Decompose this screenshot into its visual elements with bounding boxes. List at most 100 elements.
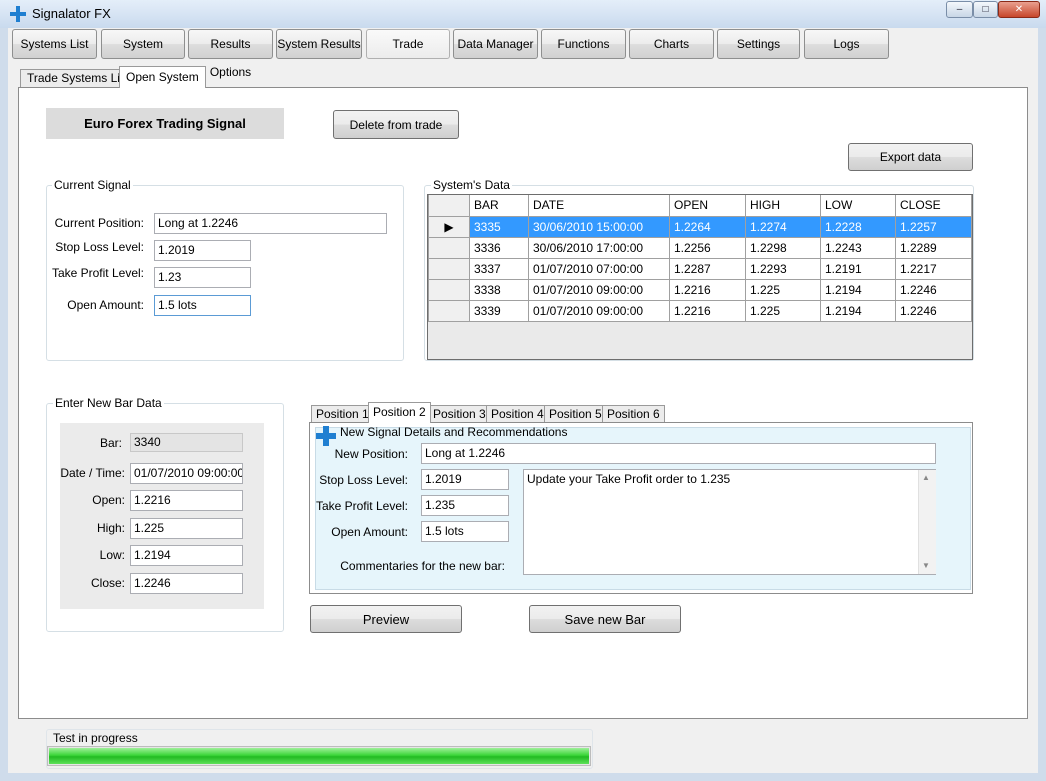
stop-loss-field[interactable]: 1.2019 xyxy=(154,240,251,261)
commentaries-textarea[interactable]: Update your Take Profit order to 1.235 xyxy=(523,469,936,575)
cell-close[interactable]: 1.2217 xyxy=(895,257,972,280)
cell-date[interactable]: 01/07/2010 09:00:00 xyxy=(528,278,670,301)
col-header-low[interactable]: LOW xyxy=(820,195,896,217)
preview-button[interactable]: Preview xyxy=(310,605,462,633)
tab-system-options[interactable]: System Options xyxy=(101,29,185,79)
row-header[interactable] xyxy=(428,278,470,301)
export-data-button[interactable]: Export data xyxy=(848,143,973,171)
row-pointer-icon[interactable]: ▶ xyxy=(428,215,470,238)
cell-high[interactable]: 1.225 xyxy=(745,299,821,322)
cell-high[interactable]: 1.2298 xyxy=(745,236,821,259)
table-row[interactable]: 3339 01/07/2010 09:00:00 1.2216 1.225 1.… xyxy=(428,299,972,322)
cell-bar[interactable]: 3336 xyxy=(469,236,529,259)
systems-data-grid[interactable]: BAR DATE OPEN HIGH LOW CLOSE ▶ 3335 30/0… xyxy=(427,194,973,360)
col-header-bar[interactable]: BAR xyxy=(469,195,529,217)
cell-bar[interactable]: 3335 xyxy=(469,215,529,238)
minimize-button[interactable]: – xyxy=(946,1,973,18)
close-button[interactable]: ✕ xyxy=(998,1,1040,18)
row-header-corner xyxy=(428,195,470,217)
cell-bar[interactable]: 3338 xyxy=(469,278,529,301)
cell-high[interactable]: 1.2274 xyxy=(745,215,821,238)
high-field[interactable]: 1.225 xyxy=(130,518,243,539)
tab-position-1[interactable]: Position 1 xyxy=(311,405,374,422)
take-profit-field[interactable]: 1.23 xyxy=(154,267,251,288)
cell-open[interactable]: 1.2256 xyxy=(669,236,746,259)
col-header-close[interactable]: CLOSE xyxy=(895,195,972,217)
current-position-field[interactable]: Long at 1.2246 xyxy=(154,213,387,234)
col-header-open[interactable]: OPEN xyxy=(669,195,746,217)
cell-date[interactable]: 01/07/2010 07:00:00 xyxy=(528,257,670,280)
cell-low[interactable]: 1.2243 xyxy=(820,236,896,259)
delete-from-trade-button[interactable]: Delete from trade xyxy=(333,110,459,139)
table-row[interactable]: 3338 01/07/2010 09:00:00 1.2216 1.225 1.… xyxy=(428,278,972,301)
cell-close[interactable]: 1.2246 xyxy=(895,299,972,322)
new-take-profit-label: Take Profit Level: xyxy=(315,499,408,513)
open-amount-label: Open Amount: xyxy=(67,298,144,312)
date-time-field[interactable]: 01/07/2010 09:00:00 xyxy=(130,463,243,484)
cell-open[interactable]: 1.2287 xyxy=(669,257,746,280)
commentaries-scrollbar[interactable] xyxy=(918,470,936,574)
cell-date[interactable]: 01/07/2010 09:00:00 xyxy=(528,299,670,322)
cell-date[interactable]: 30/06/2010 17:00:00 xyxy=(528,236,670,259)
tab-data-manager[interactable]: Data Manager xyxy=(453,29,538,59)
cell-open[interactable]: 1.2216 xyxy=(669,278,746,301)
tab-charts[interactable]: Charts xyxy=(629,29,714,59)
save-new-bar-button[interactable]: Save new Bar xyxy=(529,605,681,633)
tab-system-results[interactable]: System Results xyxy=(276,29,362,59)
tab-position-3[interactable]: Position 3 xyxy=(428,405,491,422)
new-stop-loss-field[interactable]: 1.2019 xyxy=(421,469,509,490)
new-position-field[interactable]: Long at 1.2246 xyxy=(421,443,936,464)
new-signal-header: New Signal Details and Recommendations xyxy=(340,425,568,439)
col-header-date[interactable]: DATE xyxy=(528,195,670,217)
cell-low[interactable]: 1.2194 xyxy=(820,278,896,301)
high-label: High: xyxy=(96,521,125,535)
table-row[interactable]: ▶ 3335 30/06/2010 15:00:00 1.2264 1.2274… xyxy=(428,215,972,238)
close-field[interactable]: 1.2246 xyxy=(130,573,243,594)
new-take-profit-field[interactable]: 1.235 xyxy=(421,495,509,516)
row-header[interactable] xyxy=(428,236,470,259)
title-bar[interactable]: Signalator FX – □ ✕ xyxy=(0,0,1046,28)
tab-functions[interactable]: Functions xyxy=(541,29,626,59)
low-field[interactable]: 1.2194 xyxy=(130,545,243,566)
open-field[interactable]: 1.2216 xyxy=(130,490,243,511)
cell-close[interactable]: 1.2257 xyxy=(895,215,972,238)
tab-results-options[interactable]: Results Options xyxy=(188,29,273,79)
cell-close[interactable]: 1.2289 xyxy=(895,236,972,259)
cell-low[interactable]: 1.2228 xyxy=(820,215,896,238)
row-header[interactable] xyxy=(428,299,470,322)
scroll-down-icon[interactable]: ▼ xyxy=(922,561,930,570)
tab-position-4[interactable]: Position 4 xyxy=(486,405,549,422)
cell-date[interactable]: 30/06/2010 15:00:00 xyxy=(528,215,670,238)
cell-high[interactable]: 1.2293 xyxy=(745,257,821,280)
open-amount-field[interactable]: 1.5 lots xyxy=(154,295,251,316)
cell-low[interactable]: 1.2194 xyxy=(820,299,896,322)
cell-open[interactable]: 1.2264 xyxy=(669,215,746,238)
table-row[interactable]: 3337 01/07/2010 07:00:00 1.2287 1.2293 1… xyxy=(428,257,972,280)
grid-header-row: BAR DATE OPEN HIGH LOW CLOSE xyxy=(428,195,972,217)
tab-position-6[interactable]: Position 6 xyxy=(602,405,665,422)
tab-position-2[interactable]: Position 2 xyxy=(368,402,431,423)
new-open-amount-field[interactable]: 1.5 lots xyxy=(421,521,509,542)
col-header-high[interactable]: HIGH xyxy=(745,195,821,217)
table-row[interactable]: 3336 30/06/2010 17:00:00 1.2256 1.2298 1… xyxy=(428,236,972,259)
cell-close[interactable]: 1.2246 xyxy=(895,278,972,301)
subtab-open-system[interactable]: Open System xyxy=(119,66,206,88)
tab-trade[interactable]: Trade xyxy=(366,29,450,59)
maximize-button[interactable]: □ xyxy=(973,1,998,18)
progress-fill xyxy=(49,748,589,764)
cell-open[interactable]: 1.2216 xyxy=(669,299,746,322)
stop-loss-label: Stop Loss Level: xyxy=(55,240,144,254)
tab-logs[interactable]: Logs xyxy=(804,29,889,59)
cell-low[interactable]: 1.2191 xyxy=(820,257,896,280)
cell-high[interactable]: 1.225 xyxy=(745,278,821,301)
row-header[interactable] xyxy=(428,257,470,280)
cell-bar[interactable]: 3337 xyxy=(469,257,529,280)
cell-bar[interactable]: 3339 xyxy=(469,299,529,322)
plus-icon xyxy=(316,426,336,446)
tab-systems-list[interactable]: Systems List xyxy=(12,29,97,59)
take-profit-label: Take Profit Level: xyxy=(51,266,144,280)
tab-settings[interactable]: Settings xyxy=(717,29,800,59)
tab-position-5[interactable]: Position 5 xyxy=(544,405,607,422)
current-signal-group-label: Current Signal xyxy=(52,178,133,192)
scroll-up-icon[interactable]: ▲ xyxy=(922,473,930,482)
